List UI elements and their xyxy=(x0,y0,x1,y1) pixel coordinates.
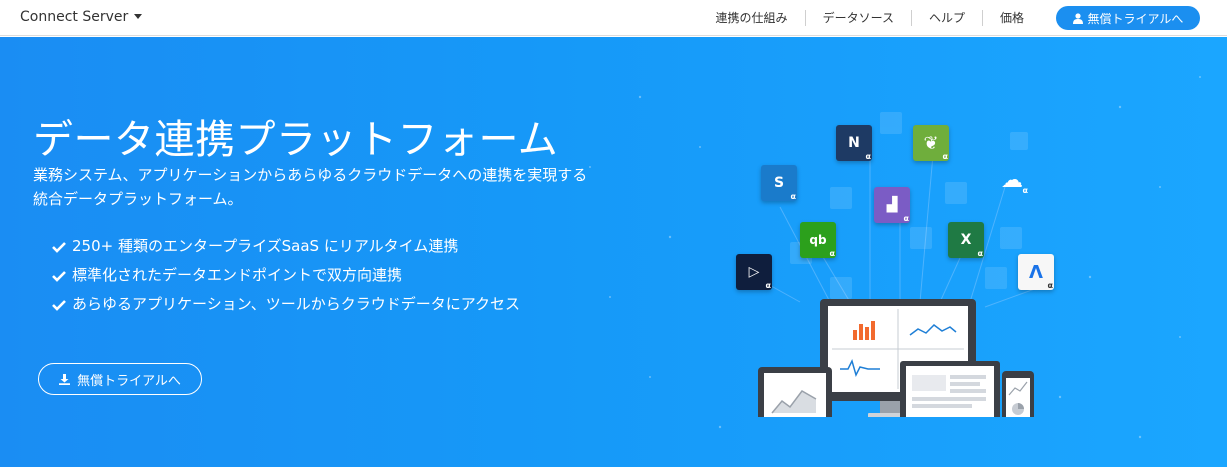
nav-link-pricing[interactable]: 価格 xyxy=(981,10,1041,26)
check-icon xyxy=(52,299,66,311)
nav-link-how-it-works[interactable]: 連携の仕組み xyxy=(699,10,805,26)
list-item: あらゆるアプリケーション、ツールからクラウドデータにアクセス xyxy=(52,290,520,319)
dynamics-app-icon: ▷ α xyxy=(736,254,772,290)
free-trial-button-header[interactable]: 無償トライアルへ xyxy=(1056,6,1200,30)
list-item: 250+ 種類のエンタープライズSaaS にリアルタイム連携 xyxy=(52,232,520,261)
feature-text: 250+ 種類のエンタープライズSaaS にリアルタイム連携 xyxy=(72,237,459,255)
caret-down-icon xyxy=(134,14,143,19)
check-icon xyxy=(52,270,66,282)
nav-link-data-sources[interactable]: データソース xyxy=(804,10,911,26)
check-icon xyxy=(52,241,66,253)
free-trial-button-header-label: 無償トライアルへ xyxy=(1087,11,1184,26)
feature-list: 250+ 種類のエンタープライズSaaS にリアルタイム連携 標準化されたデータ… xyxy=(52,232,520,319)
product-switcher[interactable]: Connect Server xyxy=(20,9,143,25)
feature-text: 標準化されたデータエンドポイントで双方向連携 xyxy=(72,266,403,284)
main-nav: 連携の仕組み データソース ヘルプ 価格 xyxy=(699,0,1041,36)
download-icon xyxy=(59,373,71,385)
adwords-app-icon: Λ α xyxy=(1018,254,1054,290)
brand-name: Connect Server xyxy=(20,9,129,25)
free-trial-button-hero-label: 無償トライアルへ xyxy=(77,373,181,389)
sharepoint-app-icon: S α xyxy=(761,165,797,201)
illustration-lines xyxy=(754,112,1041,417)
salesforce-app-icon: ☁ α xyxy=(1001,167,1028,196)
mongodb-app-icon: ❦ α xyxy=(913,125,949,161)
nav-link-help[interactable]: ヘルプ xyxy=(910,10,982,26)
list-item: 標準化されたデータエンドポイントで双方向連携 xyxy=(52,261,520,290)
netsuite-app-icon: N α xyxy=(836,125,872,161)
quickbooks-app-icon: qb α xyxy=(800,222,836,258)
marketo-app-icon: ▟ α xyxy=(874,187,910,223)
feature-text: あらゆるアプリケーション、ツールからクラウドデータにアクセス xyxy=(72,295,521,313)
user-icon xyxy=(1072,12,1083,24)
excel-app-icon: X α xyxy=(948,222,984,258)
top-navbar: Connect Server 連携の仕組み データソース ヘルプ 価格 無償トラ… xyxy=(0,0,1227,36)
free-trial-button-hero[interactable]: 無償トライアルへ xyxy=(38,363,202,395)
hero-subtitle: 業務システム、アプリケーションからあらゆるクラウドデータへの連携を実現する統合デ… xyxy=(33,166,588,208)
hero-title: データ連携プラットフォーム xyxy=(33,117,559,163)
hero-section: データ連携プラットフォーム 業務システム、アプリケーションからあらゆるクラウドデ… xyxy=(0,37,1227,467)
